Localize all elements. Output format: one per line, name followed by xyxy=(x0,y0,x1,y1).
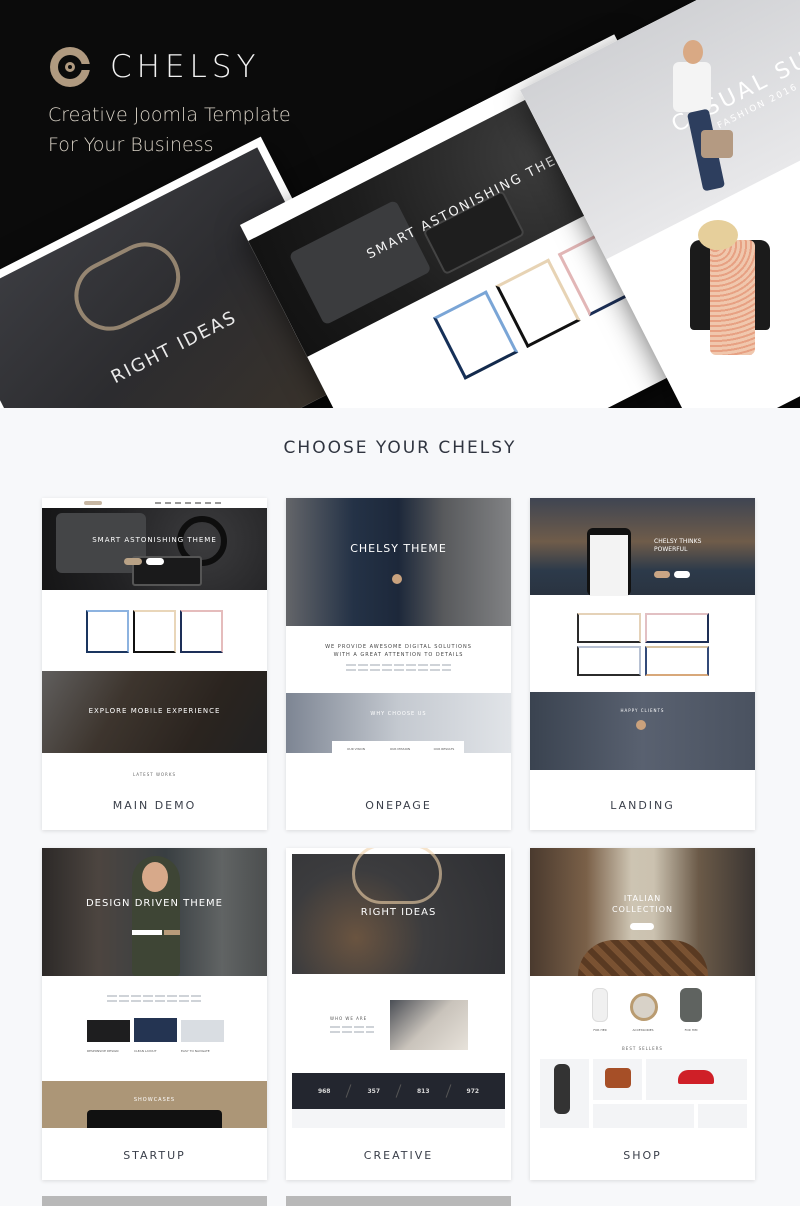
preview-band-title: SHOWCASES xyxy=(133,1097,176,1103)
demo-preview[interactable]: CHELSY THINKS POWERFUL HAPPY CLIENTS xyxy=(530,498,755,778)
preview-category: FOR HER xyxy=(593,1028,607,1032)
demo-label[interactable]: STARTUP xyxy=(42,1149,267,1162)
stat-value: 972 xyxy=(466,1087,480,1095)
hero-banner: RIGHT IDEAS SMART ASTONISHING THEME CASU… xyxy=(0,0,800,408)
preview-hero-title: CHELSY THEME xyxy=(350,542,447,555)
preview-hero-title: COLLECTION xyxy=(612,905,673,914)
preview-column-title: OUR MISSION xyxy=(389,747,411,751)
demo-label[interactable]: MAIN DEMO xyxy=(42,799,267,812)
preview-feature: RESPONSIVE DESIGN xyxy=(87,1049,119,1053)
brand: CHELSY xyxy=(50,47,260,87)
demo-tile-partial[interactable] xyxy=(42,1196,267,1206)
demo-tile-shop[interactable]: ITALIAN COLLECTION FOR HER ACCESSORIES F… xyxy=(530,848,755,1180)
laptop-graphic xyxy=(288,199,432,326)
play-button-icon xyxy=(392,574,402,584)
tagline-line: Creative Joomla Template xyxy=(48,104,291,126)
demo-preview[interactable]: ITALIAN COLLECTION FOR HER ACCESSORIES F… xyxy=(530,848,755,1128)
preview-about-title: WHO WE ARE xyxy=(330,1016,368,1021)
preview-band-title: WHY CHOOSE US xyxy=(370,711,427,717)
stat-value: 357 xyxy=(367,1087,380,1095)
preview-category: FOR HIM xyxy=(684,1028,698,1032)
preview-footer-text: LATEST WORKS xyxy=(132,772,176,777)
preview-hero-title: DESIGN DRIVEN THEME xyxy=(85,898,224,909)
preview-hero-title: ITALIAN xyxy=(623,894,662,903)
demo-label[interactable]: LANDING xyxy=(530,799,755,812)
demo-preview[interactable]: RIGHT IDEAS WHO WE ARE 968 357 813 972 xyxy=(286,848,511,1128)
preview-feature: EASY TO NAVIGATE xyxy=(181,1049,210,1053)
demo-label[interactable]: CREATIVE xyxy=(286,1149,511,1162)
demo-label[interactable]: ONEPAGE xyxy=(286,799,511,812)
preview-hero-title: POWERFUL xyxy=(654,546,688,553)
preview-band-title: HAPPY CLIENTS xyxy=(620,708,665,713)
demo-tile-landing[interactable]: CHELSY THINKS POWERFUL HAPPY CLIENTS LAN… xyxy=(530,498,755,830)
demo-tile-onepage[interactable]: CHELSY THEME WE PROVIDE AWESOME DIGITAL … xyxy=(286,498,511,830)
preview-hero-title: SMART ASTONISHING THEME xyxy=(92,536,217,544)
avatar xyxy=(636,720,646,730)
demo-tile-startup[interactable]: DESIGN DRIVEN THEME RESPONSIVE DESIGN CL… xyxy=(42,848,267,1180)
demo-label[interactable]: SHOP xyxy=(530,1149,755,1162)
preview-intro-line: WE PROVIDE AWESOME DIGITAL SOLUTIONS xyxy=(325,644,472,650)
preview-category: ACCESSORIES xyxy=(632,1028,654,1032)
preview-hero-title: RIGHT IDEAS xyxy=(360,907,437,918)
model-photo xyxy=(665,40,735,200)
demo-preview[interactable]: SMART ASTONISHING THEME EXPLORE MOBILE E… xyxy=(42,498,267,778)
preview-column-title: OUR VISION xyxy=(347,747,365,751)
model-photo xyxy=(680,220,800,360)
stats-bar: 968 357 813 972 xyxy=(292,1073,505,1109)
tagline: Creative Joomla Template For Your Busine… xyxy=(48,100,291,160)
preview-intro-line: WITH A GREAT ATTENTION TO DETAILS xyxy=(333,652,464,658)
chelsy-logo-icon xyxy=(50,47,92,87)
demo-tile-partial[interactable] xyxy=(286,1196,511,1206)
demo-tile-creative[interactable]: RIGHT IDEAS WHO WE ARE 968 357 813 972 C… xyxy=(286,848,511,1180)
preview-best-title: BEST SELLERS xyxy=(622,1046,663,1051)
demo-tile-main-demo[interactable]: SMART ASTONISHING THEME EXPLORE MOBILE E… xyxy=(42,498,267,830)
bulb-graphic xyxy=(62,230,193,343)
preview-band-title: EXPLORE MOBILE EXPERIENCE xyxy=(88,707,221,715)
section-title: CHOOSE YOUR CHELSY xyxy=(283,438,517,458)
demo-preview[interactable]: DESIGN DRIVEN THEME RESPONSIVE DESIGN CL… xyxy=(42,848,267,1128)
stat-value: 813 xyxy=(417,1087,430,1095)
preview-hero-title: CHELSY THINKS xyxy=(654,538,702,545)
brand-name: CHELSY xyxy=(110,49,261,85)
demo-preview[interactable]: CHELSY THEME WE PROVIDE AWESOME DIGITAL … xyxy=(286,498,511,778)
preview-feature: CLEAN LAYOUT xyxy=(134,1049,157,1053)
preview-column-title: OUR RESULTS xyxy=(433,747,455,751)
tagline-line: For Your Business xyxy=(48,134,214,156)
stat-value: 968 xyxy=(317,1087,331,1095)
